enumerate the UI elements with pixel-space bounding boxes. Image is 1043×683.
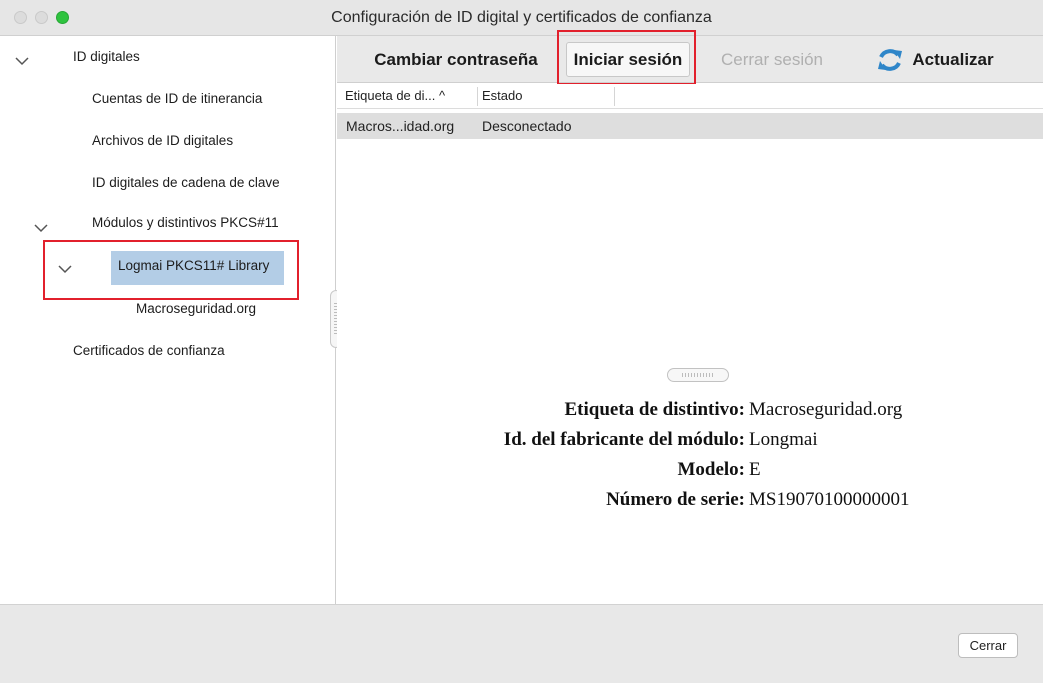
sidebar-item-keychain-ids[interactable]: ID digitales de cadena de clave xyxy=(92,175,280,190)
highlight-box-login xyxy=(557,30,696,85)
title-bar: Configuración de ID digital y certificad… xyxy=(0,0,1043,36)
table-header: Etiqueta de di... ^ Estado xyxy=(337,84,1043,109)
horizontal-splitter-handle[interactable] xyxy=(667,368,729,382)
footer-bar: Cerrar xyxy=(0,604,1043,683)
close-button[interactable]: Cerrar xyxy=(958,633,1018,658)
column-header-status[interactable]: Estado xyxy=(482,88,522,103)
detail-label: Etiqueta de distintivo: xyxy=(564,399,745,420)
detail-value: Macroseguridad.org xyxy=(749,399,903,420)
detail-row: Modelo: E xyxy=(337,459,1043,487)
change-password-button[interactable]: Cambiar contraseña xyxy=(355,36,557,83)
sidebar-item-trusted-certificates[interactable]: Certificados de confianza xyxy=(73,343,225,358)
column-header-token-label[interactable]: Etiqueta de di... ^ xyxy=(345,88,445,103)
sidebar-item-digital-ids[interactable]: ID digitales xyxy=(73,49,140,64)
cell-token-label: Macros...idad.org xyxy=(346,118,455,134)
token-details: Etiqueta de distintivo: Macroseguridad.o… xyxy=(337,395,1043,595)
window-title: Configuración de ID digital y certificad… xyxy=(331,9,712,26)
refresh-label: Actualizar xyxy=(912,49,994,69)
highlight-box-sidebar xyxy=(43,240,299,300)
table-row[interactable]: Macros...idad.org Desconectado xyxy=(337,113,1043,139)
detail-row: Etiqueta de distintivo: Macroseguridad.o… xyxy=(337,399,1043,427)
sidebar-tree: ID digitales Cuentas de ID de itineranci… xyxy=(0,36,336,604)
detail-value: E xyxy=(749,459,761,480)
sidebar-item-id-files[interactable]: Archivos de ID digitales xyxy=(92,133,233,148)
sidebar-item-roaming-ids[interactable]: Cuentas de ID de itinerancia xyxy=(92,91,262,106)
sidebar-item-token[interactable]: Macroseguridad.org xyxy=(136,301,256,316)
chevron-down-icon[interactable] xyxy=(14,56,30,68)
detail-label: Modelo: xyxy=(677,459,745,480)
chevron-down-icon[interactable] xyxy=(33,223,49,235)
detail-value: Longmai xyxy=(749,429,818,450)
detail-label: Id. del fabricante del módulo: xyxy=(503,429,745,450)
detail-row: Id. del fabricante del módulo: Longmai xyxy=(337,429,1043,457)
refresh-icon xyxy=(878,48,903,71)
logout-button[interactable]: Cerrar sesión xyxy=(707,36,837,83)
table-empty-area xyxy=(337,139,1043,365)
cell-status: Desconectado xyxy=(482,118,572,134)
detail-label: Número de serie: xyxy=(606,489,745,510)
refresh-button[interactable]: Actualizar xyxy=(870,36,1000,83)
detail-row: Número de serie: MS19070100000001 xyxy=(337,489,1043,517)
sidebar-item-pkcs11-modules[interactable]: Módulos y distintivos PKCS#11 xyxy=(92,215,279,230)
detail-value: MS19070100000001 xyxy=(749,489,910,510)
